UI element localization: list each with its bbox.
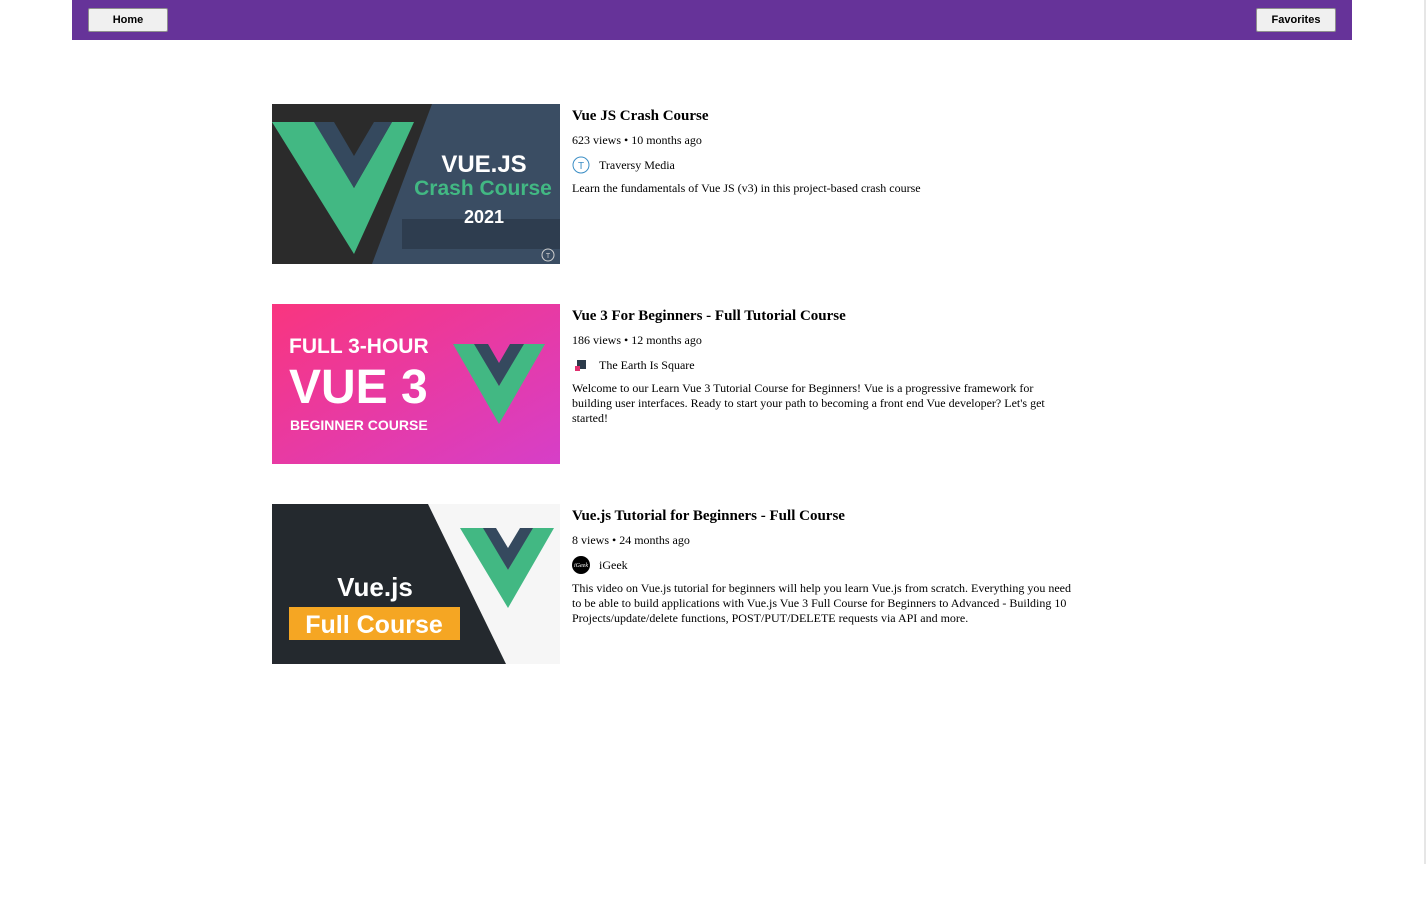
thumb-line2: VUE 3 <box>289 361 428 414</box>
svg-text:T: T <box>578 161 584 172</box>
video-meta: 8 views • 24 months ago <box>572 533 690 547</box>
igeek-logo-icon: iGeek <box>572 556 590 574</box>
video-item: Vue.js Full Course Vue.js Tutorial for B… <box>272 504 1072 664</box>
thumb-line1: VUE.JS <box>441 151 526 178</box>
video-title[interactable]: Vue 3 For Beginners - Full Tutorial Cour… <box>572 306 1072 326</box>
square-logo-icon <box>572 356 590 374</box>
thumb-line1: Vue.js <box>337 572 413 602</box>
home-button[interactable]: Home <box>88 8 168 32</box>
vue-crash-course-thumbnail-art: VUE.JS Crash Course 2021 T <box>272 104 560 264</box>
thumb-line3: BEGINNER COURSE <box>290 417 428 433</box>
vuejs-full-course-thumbnail-art: Vue.js Full Course <box>272 504 560 664</box>
favorites-button[interactable]: Favorites <box>1256 8 1336 32</box>
video-meta: 186 views • 12 months ago <box>572 333 702 347</box>
traversy-logo-icon: T <box>572 156 590 174</box>
thumb-line1: FULL 3-HOUR <box>289 335 429 358</box>
svg-text:iGeek: iGeek <box>574 563 588 569</box>
video-item: FULL 3-HOUR VUE 3 BEGINNER COURSE Vue 3 … <box>272 304 1072 464</box>
video-description: This video on Vue.js tutorial for beginn… <box>572 581 1072 625</box>
channel-link[interactable]: iGeek iGeek <box>572 555 1072 575</box>
svg-text:T: T <box>546 253 551 260</box>
top-navbar: Home Favorites <box>72 0 1352 40</box>
channel-name: The Earth Is Square <box>599 357 695 372</box>
video-description: Welcome to our Learn Vue 3 Tutorial Cour… <box>572 381 1045 425</box>
channel-link[interactable]: The Earth Is Square <box>572 355 1072 375</box>
vue3-beginner-thumbnail-art: FULL 3-HOUR VUE 3 BEGINNER COURSE <box>272 304 560 464</box>
video-thumbnail[interactable]: VUE.JS Crash Course 2021 T <box>272 104 560 264</box>
channel-name: iGeek <box>599 557 628 572</box>
video-thumbnail[interactable]: Vue.js Full Course <box>272 504 560 664</box>
video-description: Learn the fundamentals of Vue JS (v3) in… <box>572 181 921 195</box>
video-title[interactable]: Vue.js Tutorial for Beginners - Full Cou… <box>572 506 1072 526</box>
thumb-line3: 2021 <box>464 207 504 227</box>
video-thumbnail[interactable]: FULL 3-HOUR VUE 3 BEGINNER COURSE <box>272 304 560 464</box>
channel-link[interactable]: T Traversy Media <box>572 155 1072 175</box>
video-item: VUE.JS Crash Course 2021 T Vue JS Crash … <box>272 104 1072 264</box>
video-title[interactable]: Vue JS Crash Course <box>572 106 1072 126</box>
thumb-line2: Full Course <box>305 611 443 639</box>
video-meta: 623 views • 10 months ago <box>572 133 702 147</box>
channel-name: Traversy Media <box>599 157 675 172</box>
thumb-line2: Crash Course <box>414 177 552 200</box>
